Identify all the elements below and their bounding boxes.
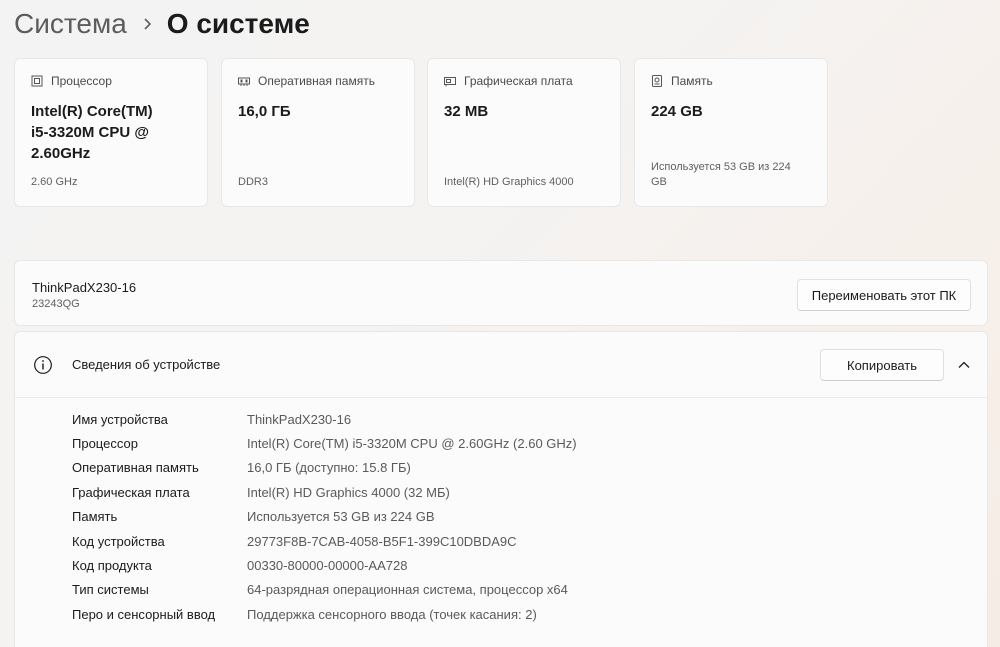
spec-row-ram: Оперативная память 16,0 ГБ (доступно: 15…	[72, 456, 577, 480]
about-system-page: Система О системе Процессор Intel(R) Cor…	[0, 0, 1000, 647]
spec-card-title: Процессор	[51, 74, 112, 88]
spec-row-processor: Процессор Intel(R) Core(TM) i5-3320M CPU…	[72, 431, 577, 455]
spec-row-value: 64-разрядная операционная система, проце…	[247, 582, 568, 598]
spec-row-label: Имя устройства	[72, 411, 168, 427]
spec-row-device-id: Код устройства 29773F8B-7CAB-4058-B5F1-3…	[72, 529, 577, 553]
spec-row-label: Перо и сенсорный ввод	[72, 606, 216, 622]
spec-card-subtitle: Используется 53 GB из 224 GB	[651, 161, 791, 188]
spec-row-device-name: Имя устройства ThinkPadX230-16	[72, 407, 577, 431]
spec-card-value: 16,0 ГБ	[238, 103, 291, 120]
spec-row-value: Intel(R) HD Graphics 4000 (32 МБ)	[247, 484, 450, 500]
memory-icon	[238, 75, 250, 87]
info-icon	[33, 355, 53, 375]
spec-row-label: Процессор	[72, 436, 138, 452]
page-title: О системе	[166, 8, 310, 39]
spec-row-label: Код устройства	[72, 533, 165, 549]
spec-row-graphics: Графическая плата Intel(R) HD Graphics 4…	[72, 480, 577, 504]
spec-row-value: ThinkPadX230-16	[247, 411, 352, 427]
device-model: 23243QG	[32, 298, 80, 310]
spec-card-title: Оперативная память	[258, 74, 375, 88]
spec-row-pen-touch: Перо и сенсорный ввод Поддержка сенсорно…	[72, 602, 577, 626]
breadcrumb: Система О системе	[14, 6, 310, 42]
spec-row-value: 00330-80000-00000-AA728	[247, 558, 408, 574]
spec-card-storage: Память 224 GB Используется 53 GB из 224 …	[634, 58, 828, 207]
spec-card-subtitle: 2.60 GHz	[31, 176, 78, 188]
chevron-up-icon[interactable]	[957, 358, 971, 372]
spec-row-storage: Память Используется 53 GB из 224 GB	[72, 505, 577, 529]
spec-row-value: 29773F8B-7CAB-4058-B5F1-399C10DBDA9C	[247, 533, 517, 549]
spec-card-graphics: Графическая плата 32 MB Intel(R) HD Grap…	[427, 58, 621, 207]
device-specifications-header[interactable]: Сведения об устройстве Копировать	[15, 332, 987, 398]
cpu-icon	[31, 75, 43, 87]
spec-row-product-id: Код продукта 00330-80000-00000-AA728	[72, 553, 577, 577]
chevron-right-icon	[127, 17, 167, 31]
device-specifications-title: Сведения об устройстве	[72, 357, 221, 372]
copy-button[interactable]: Копировать	[820, 349, 944, 381]
spec-card-memory: Оперативная память 16,0 ГБ DDR3	[221, 58, 415, 207]
spec-card-value: 224 GB	[651, 103, 703, 120]
spec-row-value: 16,0 ГБ (доступно: 15.8 ГБ)	[247, 460, 411, 476]
device-specifications-table: Имя устройства ThinkPadX230-16 Процессор…	[72, 407, 577, 627]
spec-row-label: Код продукта	[72, 558, 152, 574]
spec-card-title: Графическая плата	[464, 74, 573, 88]
spec-row-value: Поддержка сенсорного ввода (точек касани…	[247, 606, 537, 622]
storage-icon	[651, 75, 663, 87]
spec-row-label: Оперативная память	[72, 460, 199, 476]
spec-card-value: 32 MB	[444, 103, 489, 120]
spec-card-value: Intel(R) Core(TM) i5-3320M CPU @ 2.60GHz	[31, 103, 153, 162]
spec-card-title: Память	[671, 74, 713, 88]
device-name: ThinkPadX230-16	[32, 280, 137, 295]
rename-pc-button[interactable]: Переименовать этот ПК	[797, 279, 971, 311]
gpu-icon	[444, 75, 456, 87]
breadcrumb-system-link[interactable]: Система	[14, 8, 127, 40]
device-name-card: ThinkPadX230-16 23243QG Переименовать эт…	[14, 260, 988, 326]
spec-row-system-type: Тип системы 64-разрядная операционная си…	[72, 578, 577, 602]
spec-row-label: Графическая плата	[72, 484, 190, 500]
spec-row-value: Intel(R) Core(TM) i5-3320M CPU @ 2.60GHz…	[247, 436, 577, 452]
spec-row-label: Память	[72, 509, 118, 525]
spec-card-subtitle: DDR3	[238, 176, 268, 188]
spec-card-subtitle: Intel(R) HD Graphics 4000	[444, 176, 574, 188]
device-specifications-section: Сведения об устройстве Копировать Имя ус…	[14, 331, 988, 647]
spec-card-processor: Процессор Intel(R) Core(TM) i5-3320M CPU…	[14, 58, 208, 207]
spec-row-value: Используется 53 GB из 224 GB	[247, 509, 435, 525]
spec-row-label: Тип системы	[72, 582, 149, 598]
